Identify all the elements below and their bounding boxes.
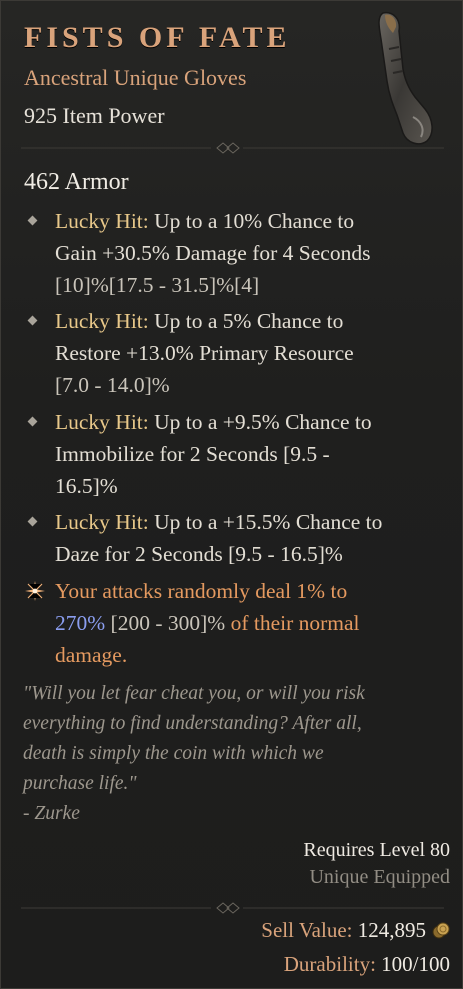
item-name: FISTS OF FATE — [24, 21, 291, 54]
affix-line: Immobilize for 2 Seconds [9.5 - — [55, 442, 330, 466]
affix-line: Up to a 10% Chance to — [148, 209, 355, 233]
durability-label: Durability: — [283, 952, 376, 976]
unique-power-text: Your attacks randomly deal 1% to — [55, 579, 348, 603]
affix-line: Up to a +15.5% Chance to — [148, 510, 383, 534]
sell-value-amount: 124,895 — [352, 918, 426, 942]
unique-power-value: 270% — [55, 611, 106, 635]
flavor-line: purchase life." — [23, 773, 137, 794]
requires-level: Requires Level 80 — [303, 839, 450, 861]
unique-star-icon — [25, 581, 45, 601]
flavor-text: "Will you let fear cheat you, or will yo… — [23, 679, 443, 829]
unique-power-text: of their normal — [225, 611, 360, 635]
affix-lucky-hit-damage: Lucky Hit: Up to a 10% Chance to Gain +3… — [27, 205, 441, 301]
affix-line: Up to a 5% Chance to — [148, 309, 344, 333]
unique-power-range: [200 - 300]% — [105, 611, 226, 635]
diamond-bullet-icon — [27, 516, 38, 527]
affix-range: [7.0 - 14.0]% — [55, 373, 170, 397]
diamond-bullet-icon — [27, 215, 38, 226]
item-power: 925 Item Power — [24, 103, 165, 128]
item-tooltip: FISTS OF FATE Ancestral Unique Gloves 92… — [0, 0, 463, 989]
flavor-line: death is simply the coin with which we — [23, 743, 324, 764]
durability-value: 100/100 — [375, 952, 450, 976]
diamond-bullet-icon — [27, 416, 38, 427]
affix-line: Up to a +9.5% Chance to — [148, 410, 372, 434]
affix-line: Restore +13.0% Primary Resource — [55, 341, 354, 365]
affix-lucky-hit-daze: Lucky Hit: Up to a +15.5% Chance to Daze… — [27, 506, 441, 570]
flavor-author: - Zurke — [23, 803, 80, 824]
footer-divider — [21, 902, 444, 914]
flavor-line: "Will you let fear cheat you, or will yo… — [23, 683, 365, 704]
sell-value-label: Sell Value: — [261, 918, 353, 942]
affix-prefix: Lucky Hit: — [55, 309, 149, 333]
unique-power-text: damage. — [55, 643, 128, 667]
affix-range: [10]%[17.5 - 31.5]%[4] — [55, 273, 260, 297]
affix-lucky-hit-immobilize: Lucky Hit: Up to a +9.5% Chance to Immob… — [27, 406, 441, 502]
item-type: Ancestral Unique Gloves — [24, 65, 247, 90]
unique-equipped: Unique Equipped — [309, 866, 450, 888]
affix-line: Daze for 2 Seconds [9.5 - 16.5]% — [55, 542, 343, 566]
affix-prefix: Lucky Hit: — [55, 510, 149, 534]
section-divider — [21, 142, 444, 154]
durability: Durability: 100/100 — [284, 952, 450, 977]
diamond-bullet-icon — [27, 315, 38, 326]
gloves-icon — [378, 11, 433, 145]
affix-line: 16.5]% — [55, 474, 118, 498]
affix-lucky-hit-resource: Lucky Hit: Up to a 5% Chance to Restore … — [27, 305, 441, 401]
unique-power: Your attacks randomly deal 1% to 270% [2… — [25, 575, 441, 671]
affix-line: Gain +30.5% Damage for 4 Seconds — [55, 241, 371, 265]
affix-prefix: Lucky Hit: — [55, 410, 149, 434]
affix-prefix: Lucky Hit: — [55, 209, 149, 233]
flavor-line: everything to find understanding? After … — [23, 713, 362, 734]
armor-value: 462 Armor — [24, 169, 129, 195]
sell-value: Sell Value: 124,895 — [261, 918, 426, 943]
gold-coin-icon — [432, 922, 450, 939]
